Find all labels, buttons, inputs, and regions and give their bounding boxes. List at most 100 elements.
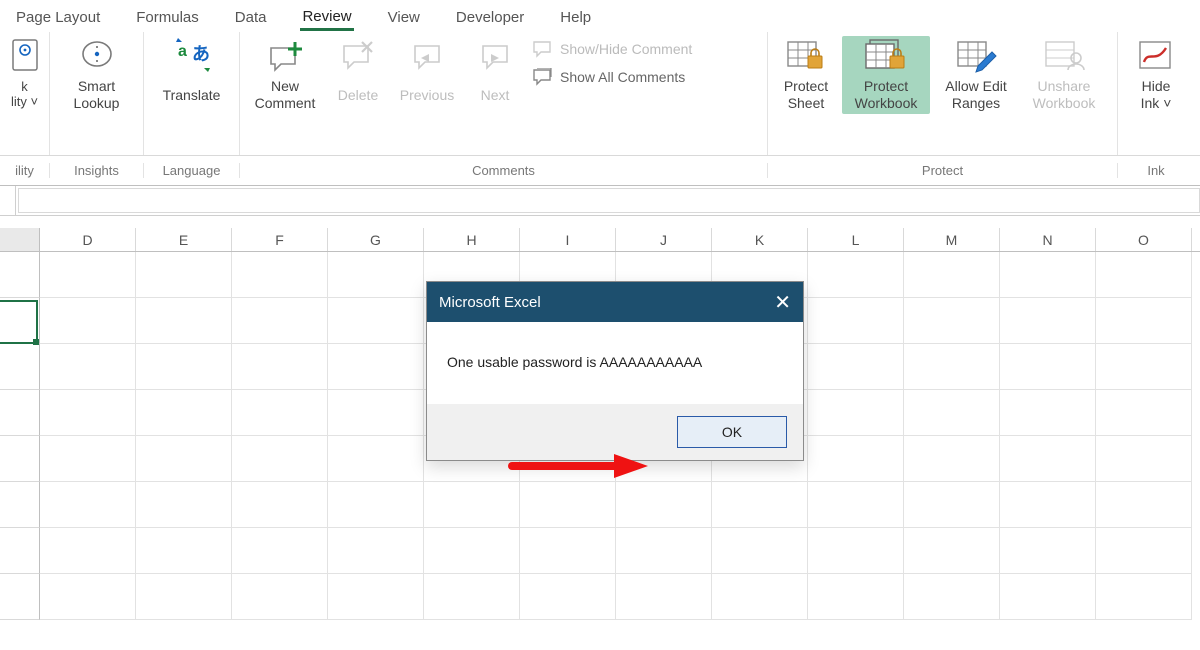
check-accessibility-button[interactable]: klity ˅ xyxy=(6,36,43,114)
grid-cell[interactable] xyxy=(904,344,1000,390)
grid-cell[interactable] xyxy=(808,574,904,620)
grid-cell[interactable] xyxy=(904,574,1000,620)
grid-cell[interactable] xyxy=(808,344,904,390)
col-O[interactable]: O xyxy=(1096,228,1192,251)
col-H[interactable]: H xyxy=(424,228,520,251)
col-N[interactable]: N xyxy=(1000,228,1096,251)
selected-cell[interactable] xyxy=(0,300,38,344)
grid-cell[interactable] xyxy=(616,482,712,528)
grid-cell[interactable] xyxy=(136,344,232,390)
grid-cell[interactable] xyxy=(40,390,136,436)
grid-cell[interactable] xyxy=(424,528,520,574)
grid-cell[interactable] xyxy=(232,252,328,298)
grid-cell[interactable] xyxy=(232,436,328,482)
unshare-workbook-button[interactable]: Unshare Workbook xyxy=(1022,36,1106,114)
grid-cell[interactable] xyxy=(1000,390,1096,436)
tab-review[interactable]: Review xyxy=(300,2,353,31)
tab-page-layout[interactable]: Page Layout xyxy=(14,3,102,29)
grid-cell[interactable] xyxy=(808,252,904,298)
col-I[interactable]: I xyxy=(520,228,616,251)
grid-cell[interactable] xyxy=(904,482,1000,528)
hide-ink-button[interactable]: Hide Ink ˅ xyxy=(1124,36,1188,114)
grid-cell[interactable] xyxy=(712,574,808,620)
grid-cell[interactable] xyxy=(616,528,712,574)
grid-cell[interactable] xyxy=(616,574,712,620)
grid-cell[interactable] xyxy=(520,528,616,574)
grid-cell[interactable] xyxy=(712,482,808,528)
smart-lookup-button[interactable]: SmartLookup xyxy=(56,36,137,114)
grid-cell[interactable] xyxy=(1096,482,1192,528)
grid-cell[interactable] xyxy=(40,344,136,390)
grid-cell[interactable] xyxy=(808,482,904,528)
allow-edit-ranges-button[interactable]: Allow Edit Ranges xyxy=(934,36,1018,114)
col-F[interactable]: F xyxy=(232,228,328,251)
grid-cell[interactable] xyxy=(328,436,424,482)
grid-cell[interactable] xyxy=(328,528,424,574)
grid-cell[interactable] xyxy=(904,390,1000,436)
protect-sheet-button[interactable]: Protect Sheet xyxy=(774,36,838,114)
grid-cell[interactable] xyxy=(40,252,136,298)
grid-cell[interactable] xyxy=(328,298,424,344)
grid-cell[interactable] xyxy=(1096,528,1192,574)
grid-cell[interactable] xyxy=(1000,344,1096,390)
formula-input[interactable] xyxy=(18,188,1200,213)
grid-cell[interactable] xyxy=(40,482,136,528)
show-hide-comment-button[interactable]: Show/Hide Comment xyxy=(528,38,696,60)
grid-cell[interactable] xyxy=(1000,436,1096,482)
grid-cell[interactable] xyxy=(808,528,904,574)
tab-formulas[interactable]: Formulas xyxy=(134,3,201,29)
tab-developer[interactable]: Developer xyxy=(454,3,526,29)
grid-cell[interactable] xyxy=(808,298,904,344)
grid-cell[interactable] xyxy=(136,390,232,436)
grid-cell[interactable] xyxy=(424,574,520,620)
grid-cell[interactable] xyxy=(328,482,424,528)
tab-help[interactable]: Help xyxy=(558,3,593,29)
grid-cell[interactable] xyxy=(40,528,136,574)
grid-cell[interactable] xyxy=(1000,528,1096,574)
col-D[interactable]: D xyxy=(40,228,136,251)
grid-cell[interactable] xyxy=(904,436,1000,482)
tab-data[interactable]: Data xyxy=(233,3,269,29)
translate-button[interactable]: a あ Translate xyxy=(150,36,233,114)
col-J[interactable]: J xyxy=(616,228,712,251)
col-E[interactable]: E xyxy=(136,228,232,251)
grid-cell[interactable] xyxy=(808,390,904,436)
grid-cell[interactable] xyxy=(904,252,1000,298)
grid-cell[interactable] xyxy=(424,482,520,528)
grid-cell[interactable] xyxy=(520,574,616,620)
grid-cell[interactable] xyxy=(904,528,1000,574)
grid-cell[interactable] xyxy=(520,482,616,528)
col-M[interactable]: M xyxy=(904,228,1000,251)
grid-cell[interactable] xyxy=(1000,482,1096,528)
grid-cell[interactable] xyxy=(1096,436,1192,482)
grid-cell[interactable] xyxy=(232,574,328,620)
grid-cell[interactable] xyxy=(904,298,1000,344)
grid-cell[interactable] xyxy=(1000,574,1096,620)
grid-cell[interactable] xyxy=(328,344,424,390)
grid-cell[interactable] xyxy=(808,436,904,482)
grid-cell[interactable] xyxy=(40,436,136,482)
tab-view[interactable]: View xyxy=(386,3,422,29)
grid-cell[interactable] xyxy=(40,298,136,344)
grid-cell[interactable] xyxy=(40,574,136,620)
grid-cell[interactable] xyxy=(232,528,328,574)
protect-workbook-button[interactable]: Protect Workbook xyxy=(842,36,930,114)
name-box[interactable] xyxy=(0,186,16,215)
grid-cell[interactable] xyxy=(136,528,232,574)
grid-cell[interactable] xyxy=(1000,298,1096,344)
grid-cell[interactable] xyxy=(1096,252,1192,298)
grid-cell[interactable] xyxy=(1096,574,1192,620)
grid-cell[interactable] xyxy=(1096,298,1192,344)
show-all-comments-button[interactable]: Show All Comments xyxy=(528,66,696,88)
col-L[interactable]: L xyxy=(808,228,904,251)
grid-cell[interactable] xyxy=(1000,252,1096,298)
grid-cell[interactable] xyxy=(232,390,328,436)
delete-comment-button[interactable]: Delete xyxy=(328,36,388,114)
grid-cell[interactable] xyxy=(232,482,328,528)
grid-cell[interactable] xyxy=(232,344,328,390)
dialog-ok-button[interactable]: OK xyxy=(677,416,787,448)
grid-cell[interactable] xyxy=(136,574,232,620)
grid-cell[interactable] xyxy=(136,436,232,482)
grid-cell[interactable] xyxy=(328,574,424,620)
grid-cell[interactable] xyxy=(1096,390,1192,436)
